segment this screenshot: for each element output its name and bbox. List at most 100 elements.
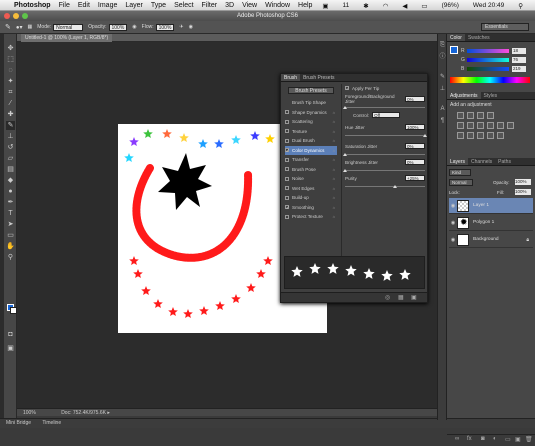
lock-icon[interactable]: ⌂ (333, 214, 335, 219)
brush-setting-item[interactable]: Dual Brush ⌂ (285, 136, 337, 146)
channel-mixer-icon[interactable] (507, 122, 514, 129)
opacity-field[interactable]: 100% (108, 23, 128, 31)
toggle-hard-bristle-icon[interactable]: ◎ (385, 294, 390, 301)
brush-setting-item[interactable]: Build-up ⌂ (285, 193, 337, 203)
brush-setting-item[interactable]: Scattering ⌂ (285, 117, 337, 127)
curves-icon[interactable] (477, 112, 484, 119)
brush-setting-item[interactable]: Protect Texture ⌂ (285, 212, 337, 222)
saturation-jitter-knob[interactable] (343, 153, 347, 156)
brush-setting-item[interactable]: ✓ Color Dynamics ⌂ (285, 145, 337, 155)
fill-field[interactable]: 100% (515, 189, 531, 195)
fg-bg-jitter-slider[interactable] (343, 104, 425, 109)
doc-size-info[interactable]: Doc: 752.4K/975.6K (61, 410, 106, 416)
lasso-tool-icon[interactable]: ◌ (6, 66, 15, 75)
new-brush-icon[interactable]: ▣ (411, 294, 417, 301)
setting-checkbox[interactable] (285, 119, 289, 124)
lock-icon[interactable]: ⌂ (333, 138, 335, 143)
brush-panel-icon[interactable]: ✎ (439, 74, 446, 81)
brush-setting-item[interactable]: Wet Edges ⌂ (285, 184, 337, 194)
brush-panel-toggle-icon[interactable]: ▦ (28, 24, 33, 30)
close-window-icon[interactable] (4, 13, 10, 19)
brush-setting-item[interactable]: Transfer ⌂ (285, 155, 337, 165)
layer-row-layer-1[interactable]: ◉ Layer 1 (449, 198, 533, 214)
setting-checkbox[interactable] (285, 110, 289, 115)
layer-row-polygon-1[interactable]: ◉ ✹ Polygon 1 (449, 215, 533, 231)
tab-brush[interactable]: Brush (281, 74, 301, 81)
minimize-window-icon[interactable] (13, 13, 19, 19)
adjustment-layer-icon[interactable]: ◐ (493, 436, 497, 442)
eyedropper-tool-icon[interactable]: ⁄ (6, 99, 15, 108)
tab-brush-presets[interactable]: Brush Presets (300, 74, 337, 81)
r-field[interactable]: 18 (512, 47, 526, 54)
brush-tool-icon[interactable]: ✎ (6, 121, 15, 130)
blur-tool-icon[interactable]: ◆ (6, 176, 15, 185)
eraser-tool-icon[interactable]: ▱ (6, 154, 15, 163)
g-slider[interactable] (467, 57, 509, 62)
brush-tool-icon[interactable]: ✎ (5, 23, 11, 31)
move-tool-icon[interactable]: ✥ (6, 44, 15, 53)
setting-checkbox[interactable] (285, 157, 289, 162)
shape-tool-icon[interactable]: ▭ (6, 231, 15, 240)
layer-opacity-field[interactable]: 100% (515, 179, 531, 185)
hue-saturation-icon[interactable] (467, 122, 474, 129)
invert-icon[interactable] (457, 132, 464, 139)
background-color-swatch[interactable] (10, 307, 17, 314)
setting-checkbox[interactable] (285, 195, 289, 200)
lock-icon[interactable]: ⌂ (333, 205, 335, 210)
dodge-tool-icon[interactable]: ● (6, 187, 15, 196)
pressure-opacity-icon[interactable]: ◉ (132, 24, 136, 30)
color-balance-icon[interactable] (477, 122, 484, 129)
adobe-status-icon[interactable]: ▣ (322, 2, 328, 10)
setting-checkbox[interactable]: ✓ (285, 148, 289, 153)
hand-tool-icon[interactable]: ✋ (6, 242, 15, 251)
b-slider[interactable] (467, 66, 509, 71)
brightness-jitter-field[interactable]: 0% (405, 159, 425, 165)
type-tool-icon[interactable]: T (6, 209, 15, 218)
menu-select[interactable]: Select (174, 2, 193, 9)
gradient-map-icon[interactable] (497, 132, 504, 139)
group-icon[interactable]: ▭ (505, 436, 511, 443)
color-spectrum-ramp[interactable] (450, 77, 530, 83)
clone-source-icon[interactable]: ⊥ (439, 86, 446, 93)
layer-blend-mode[interactable]: Normal (449, 179, 473, 186)
brightness-jitter-knob[interactable] (343, 169, 347, 172)
brush-presets-button[interactable]: Brush Presets (288, 87, 334, 94)
tab-styles[interactable]: Styles (481, 92, 501, 99)
selective-color-icon[interactable] (487, 132, 494, 139)
hue-jitter-knob[interactable] (423, 134, 427, 137)
bluetooth-icon[interactable]: ✱ (363, 2, 368, 10)
brush-size-picker[interactable]: ●▾ (16, 24, 23, 31)
fg-bg-jitter-knob[interactable] (343, 106, 347, 109)
status-arrow-icon[interactable]: ▸ (107, 410, 110, 416)
menu-filter[interactable]: Filter (202, 2, 218, 9)
tab-layers[interactable]: Layers (447, 158, 469, 165)
zoom-level[interactable]: 100% (23, 410, 36, 416)
lock-icon[interactable]: ⌂ (333, 167, 335, 172)
new-layer-icon[interactable]: ▣ (515, 436, 521, 443)
brush-setting-item[interactable]: Brush Tip Shape (285, 98, 337, 108)
saturation-jitter-slider[interactable] (343, 151, 425, 156)
pen-tool-icon[interactable]: ✒ (6, 198, 15, 207)
hue-jitter-field[interactable]: 100% (405, 124, 425, 130)
b-field[interactable]: 219 (512, 65, 526, 72)
marquee-tool-icon[interactable]: ⬚ (6, 55, 15, 64)
gradient-tool-icon[interactable]: ▤ (6, 165, 15, 174)
quick-mask-icon[interactable]: ◘ (6, 330, 15, 339)
layer-filter-kind[interactable]: Kind (449, 169, 471, 176)
zoom-tool-icon[interactable]: ⚲ (6, 253, 15, 262)
control-select[interactable]: Off (372, 112, 401, 118)
hue-jitter-slider[interactable] (345, 132, 427, 137)
crop-tool-icon[interactable]: ⌗ (6, 88, 15, 97)
tab-mini-bridge[interactable]: Mini Bridge (6, 420, 31, 426)
lock-icon[interactable]: ⌂ (333, 119, 335, 124)
menu-type[interactable]: Type (151, 2, 166, 9)
clock[interactable]: Wed 20:49 (473, 2, 504, 9)
visibility-eye-icon[interactable]: ◉ (449, 220, 457, 226)
tab-color[interactable]: Color (447, 34, 465, 41)
menu-3d[interactable]: 3D (225, 2, 234, 9)
photo-filter-icon[interactable] (497, 122, 504, 129)
airbrush-icon[interactable]: ✈ (179, 24, 183, 30)
spotlight-icon[interactable]: ⚲ (518, 2, 523, 10)
battery-icon[interactable]: ▭ (421, 2, 427, 10)
lock-icon[interactable]: ⌂ (333, 129, 335, 134)
